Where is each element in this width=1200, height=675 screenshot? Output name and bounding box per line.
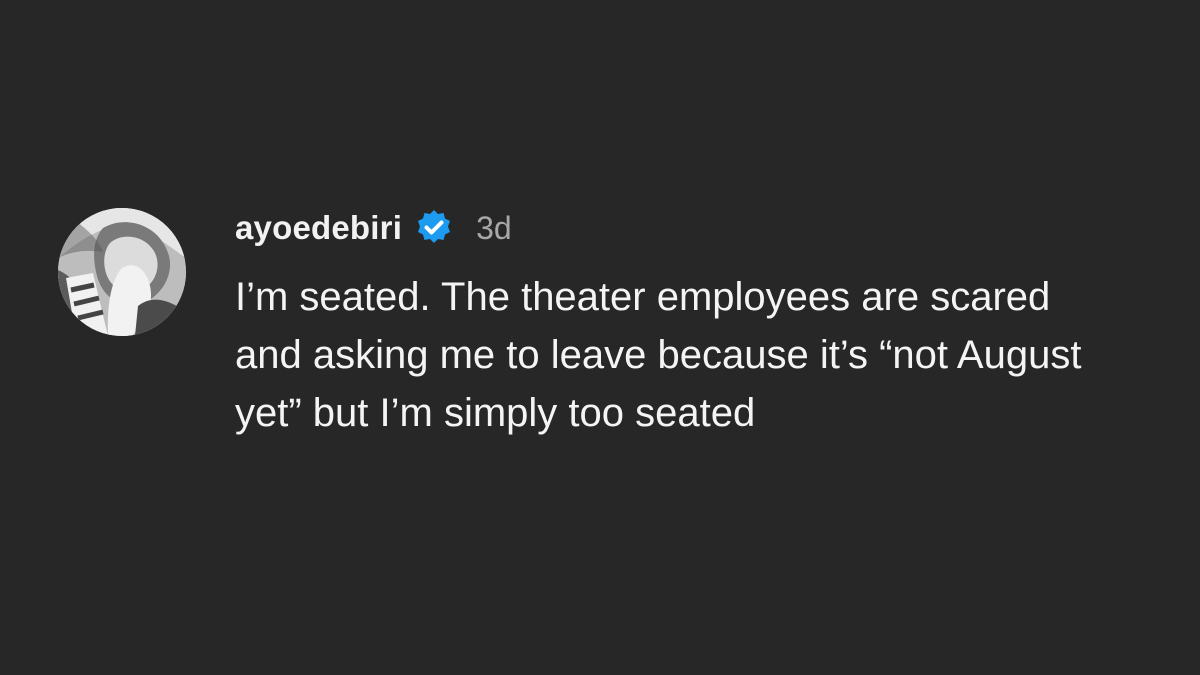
comment-text: I’m seated. The theater employees are sc… [235, 275, 1082, 435]
profile-photo-icon[interactable] [58, 208, 186, 336]
verified-icon-graphic [418, 210, 451, 243]
comment-timestamp: 3d [476, 209, 512, 246]
avatar-image [58, 208, 186, 336]
verified-badge-icon [414, 208, 454, 248]
comment-header: ayoedebiri 3d [235, 200, 1135, 256]
screen: ayoedebiri 3d I’m seated. The theater em… [0, 0, 1200, 675]
username-link[interactable]: ayoedebiri [235, 209, 402, 247]
comment-body: ayoedebiri 3d I’m seated. The theater em… [235, 200, 1135, 442]
